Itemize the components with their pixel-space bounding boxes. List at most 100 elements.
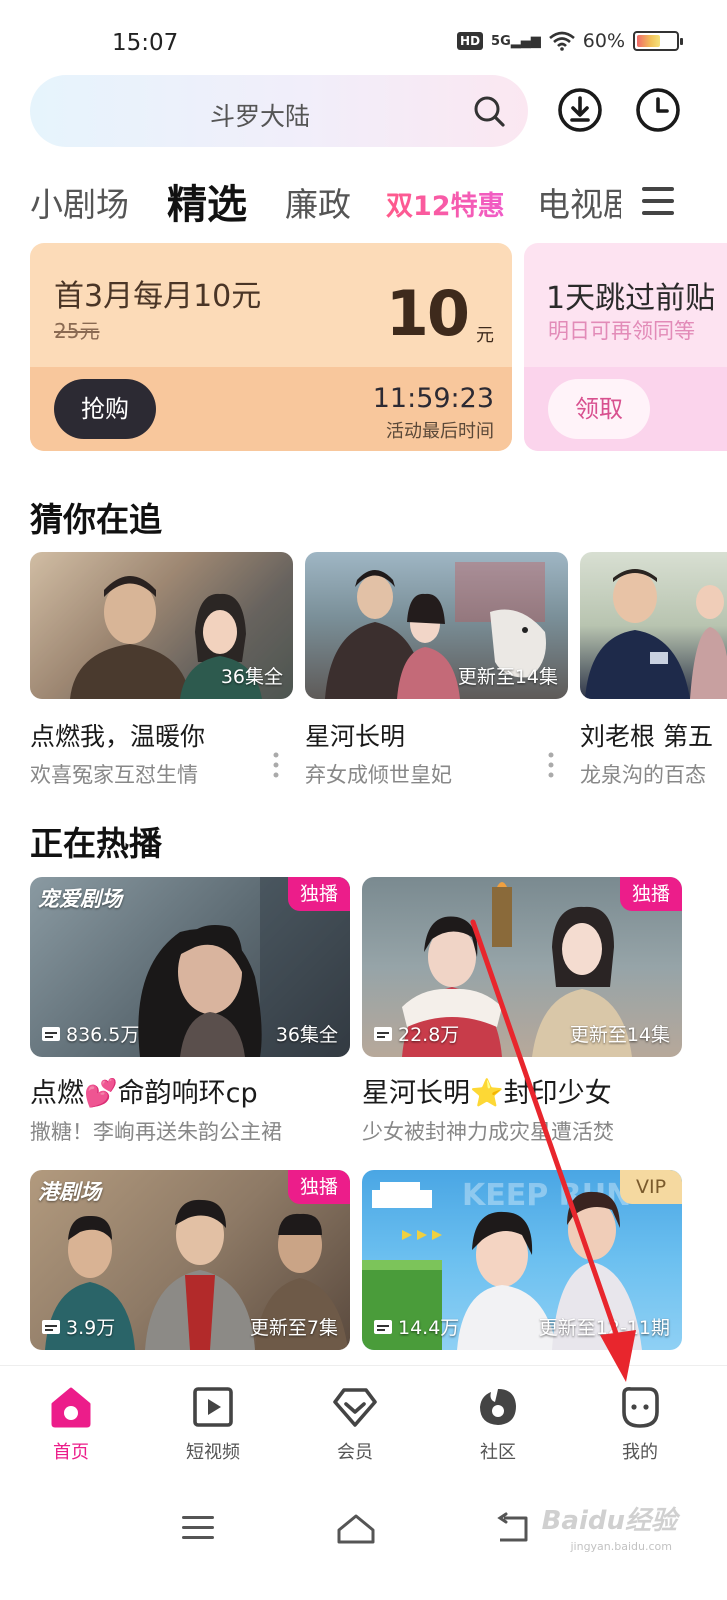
baidu-watermark: Baidu经验 <box>541 1506 677 1536</box>
nav-short-video[interactable]: 短视频 <box>163 1384 263 1464</box>
exclusive-badge: 独播 <box>288 1170 350 1204</box>
status-indicators: HD 5G▂▄▆ 60% <box>457 30 683 52</box>
video-subtitle: 撒糖！李峋再送朱韵公主裙 <box>30 1120 282 1144</box>
tab-featured[interactable]: 精选 <box>167 172 247 230</box>
trending-video-card[interactable]: KEEP RUN VIP 14.4万 更新至12-11期 <box>362 1170 682 1350</box>
countdown-timer: 11:59:23 <box>372 383 494 414</box>
vip-badge: VIP <box>620 1170 682 1204</box>
video-thumbnail[interactable] <box>580 552 727 699</box>
annotation-arrow <box>470 919 636 1382</box>
play-count-icon <box>374 1319 392 1334</box>
nav-label: 会员 <box>337 1442 373 1463</box>
play-count-value: 3.9万 <box>66 1317 116 1339</box>
play-count-value: 836.5万 <box>66 1024 140 1046</box>
video-thumbnail[interactable]: KEEP RUN VIP 14.4万 更新至12-11期 <box>362 1170 682 1350</box>
baidu-watermark-url: jingyan.baidu.com <box>570 1540 672 1553</box>
continue-watching-card[interactable]: 36集全 点燃我，温暖你 欢喜冤家互怼生情 <box>30 552 293 789</box>
trending-video-card[interactable]: 港剧场 独播 3.9万 更新至7集 <box>30 1170 350 1350</box>
play-count-icon <box>374 1026 392 1041</box>
continue-watching-card[interactable]: 刘老根 第五 龙泉沟的百态 <box>580 552 727 789</box>
nav-label: 社区 <box>480 1442 516 1463</box>
nav-vip[interactable]: 会员 <box>305 1384 405 1464</box>
hd-badge: HD <box>457 32 484 50</box>
trending-video-card[interactable]: 宠爱剧场 独播 836.5万 36集全 点燃💕命韵响环cp 撒糖！李峋再送朱韵公… <box>30 877 350 1146</box>
nav-home[interactable]: 首页 <box>21 1384 121 1464</box>
channel-logo: 宠爱剧场 <box>38 887 122 911</box>
episode-badge: 更新至12-11期 <box>538 1317 670 1339</box>
tab-small-theater[interactable]: 小剧场 <box>30 178 129 226</box>
battery-level-fill <box>637 35 660 47</box>
video-title: 星河长明⭐封印少女 <box>362 1078 612 1109</box>
signal-5g-icon: 5G▂▄▆ <box>491 33 541 49</box>
show-title: 点燃我，温暖你 <box>30 722 206 751</box>
video-thumbnail[interactable]: 港剧场 独播 3.9万 更新至7集 <box>30 1170 350 1350</box>
network-label: 5G <box>491 33 511 49</box>
play-count: 836.5万 <box>42 1020 139 1047</box>
search-icon[interactable] <box>472 94 506 128</box>
nav-label: 首页 <box>53 1442 89 1463</box>
search-bar[interactable]: 斗罗大陆 <box>30 75 528 147</box>
play-count-icon <box>42 1026 60 1041</box>
history-clock-icon[interactable] <box>634 86 682 134</box>
video-thumbnail[interactable]: 宠爱剧场 独播 836.5万 36集全 <box>30 877 350 1057</box>
play-count: 3.9万 <box>42 1313 115 1340</box>
download-icon[interactable] <box>556 86 604 134</box>
play-count-value: 14.4万 <box>398 1317 460 1339</box>
tab-tv-series[interactable]: 电视剧 <box>537 178 621 226</box>
nav-label: 我的 <box>622 1442 658 1463</box>
back-icon[interactable] <box>492 1508 536 1548</box>
bottom-navigation: 首页 短视频 会员 社区 我的 <box>0 1365 727 1470</box>
show-subtitle: 龙泉沟的百态 <box>580 763 706 787</box>
tab-integrity[interactable]: 廉政 <box>285 178 351 226</box>
tab-tv-series-wrapper: 电视剧 <box>537 178 621 226</box>
show-subtitle: 欢喜冤家互怼生情 <box>30 763 198 787</box>
promo-title: 首3月每月10元 <box>54 279 262 314</box>
price-unit: 元 <box>476 325 494 346</box>
video-thumbnail[interactable]: 更新至14集 <box>305 552 568 699</box>
show-subtitle: 弃女成倾世皇妃 <box>305 763 452 787</box>
trending-video-card[interactable]: 独播 22.8万 更新至14集 星河长明⭐封印少女 少女被封神力成灾星遭活焚 <box>362 877 682 1146</box>
profile-icon <box>622 1387 659 1428</box>
episode-badge: 36集全 <box>275 1024 338 1046</box>
buy-button[interactable]: 抢购 <box>54 379 156 439</box>
nav-profile[interactable]: 我的 <box>590 1384 690 1464</box>
promo-card-skip-ads[interactable]: 1天跳过前贴 明日可再领同等 领取 <box>524 243 727 451</box>
system-home-icon[interactable] <box>334 1508 378 1548</box>
countdown-label: 活动最后时间 <box>386 421 494 442</box>
section-title-trending: 正在热播 <box>30 824 162 863</box>
show-title: 星河长明 <box>305 722 406 751</box>
video-thumbnail[interactable]: 独播 22.8万 更新至14集 <box>362 877 682 1057</box>
battery-icon <box>633 31 683 51</box>
more-options-icon[interactable] <box>548 752 554 778</box>
channel-logo: 港剧场 <box>38 1180 101 1204</box>
more-options-icon[interactable] <box>273 752 279 778</box>
status-time: 15:07 <box>112 30 179 56</box>
video-thumbnail[interactable]: 36集全 <box>30 552 293 699</box>
claim-button[interactable]: 领取 <box>548 379 650 439</box>
episode-badge: 36集全 <box>220 666 283 688</box>
menu-icon[interactable] <box>640 184 676 218</box>
episode-badge: 更新至14集 <box>457 666 558 688</box>
search-placeholder: 斗罗大陆 <box>209 102 310 131</box>
video-title: 点燃💕命韵响环cp <box>30 1078 258 1109</box>
play-count: 22.8万 <box>374 1020 459 1047</box>
wifi-icon <box>548 31 575 51</box>
tab-double12-sale[interactable]: 双12特惠 <box>386 184 505 223</box>
status-bar: 15:07 HD 5G▂▄▆ 60% <box>0 0 727 80</box>
nav-community[interactable]: 社区 <box>448 1384 548 1464</box>
episode-badge: 更新至14集 <box>569 1024 670 1046</box>
nav-label: 短视频 <box>186 1442 240 1463</box>
promo-subtitle: 明日可再领同等 <box>548 319 695 343</box>
thumbnail-image <box>585 569 727 699</box>
exclusive-badge: 独播 <box>288 877 350 911</box>
section-title-continue-watching: 猜你在追 <box>30 500 162 539</box>
play-count-value: 22.8万 <box>398 1024 460 1046</box>
promo-price: 10 <box>385 277 470 350</box>
category-tabs: 小剧场 精选 廉政 双12特惠 电视剧 <box>0 170 727 232</box>
continue-watching-card[interactable]: 更新至14集 星河长明 弃女成倾世皇妃 <box>305 552 568 789</box>
recent-apps-icon[interactable] <box>176 1508 220 1548</box>
show-title: 刘老根 第五 <box>580 722 713 751</box>
vip-diamond-icon <box>333 1388 377 1427</box>
home-icon <box>51 1387 91 1428</box>
promo-card-subscription[interactable]: 首3月每月10元 25元 10 元 抢购 11:59:23 活动最后时间 <box>30 243 512 451</box>
